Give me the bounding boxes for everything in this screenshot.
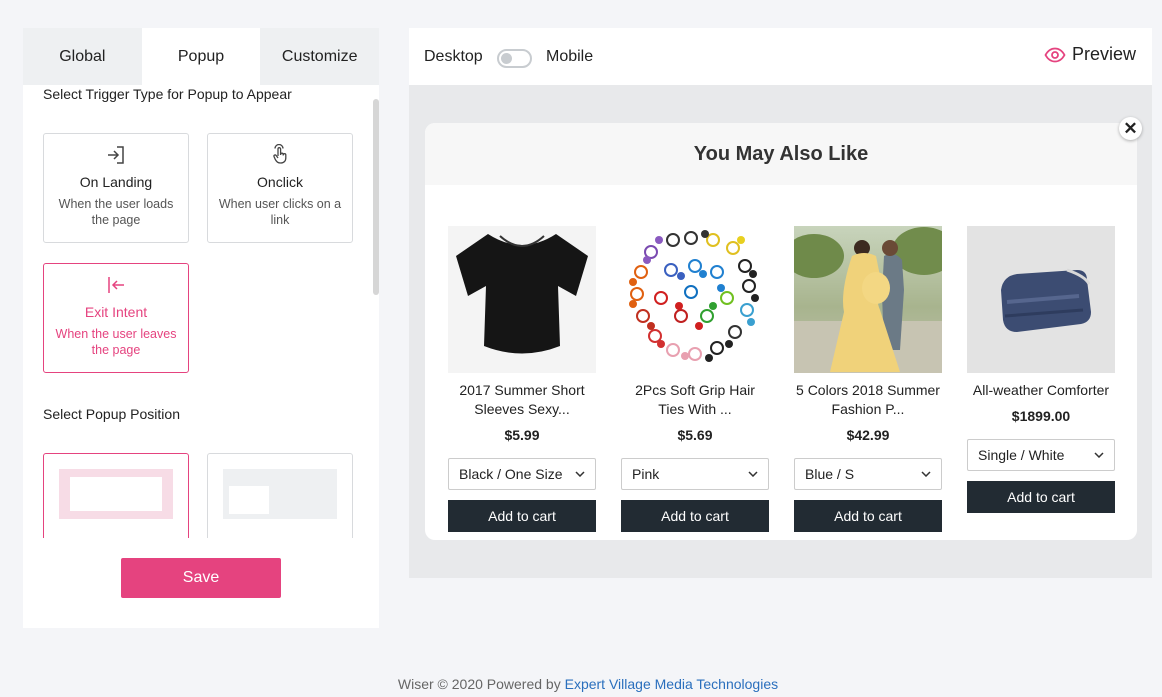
- save-button[interactable]: Save: [121, 558, 281, 598]
- variant-value: Pink: [632, 466, 660, 482]
- product-card: 2Pcs Soft Grip Hair Ties With ... $5.69 …: [621, 226, 769, 532]
- position-center-preview: [59, 469, 173, 519]
- product-card: 2017 Summer Short Sleeves Sexy... $5.99 …: [448, 226, 596, 532]
- toggle-knob: [501, 53, 512, 64]
- variant-value: Single / White: [978, 447, 1065, 463]
- preview-area: You May Also Like 2017 Summer Short Slee…: [409, 85, 1152, 578]
- eye-icon: [1044, 47, 1066, 62]
- popup-title: You May Also Like: [425, 123, 1137, 185]
- settings-scroll-area: Select Trigger Type for Popup to Appear …: [23, 85, 379, 538]
- exit-icon: [108, 277, 124, 293]
- product-name[interactable]: 5 Colors 2018 Summer Fashion P...: [794, 381, 942, 419]
- product-card: All-weather Comforter $1899.00 Single / …: [967, 226, 1115, 513]
- position-left-card[interactable]: [207, 453, 353, 538]
- position-left-preview: [223, 469, 337, 519]
- add-to-cart-button[interactable]: Add to cart: [794, 500, 942, 532]
- chevron-down-icon: [748, 471, 758, 477]
- product-image-maternity-photo[interactable]: [794, 226, 942, 373]
- position-center-card[interactable]: [43, 453, 189, 538]
- variant-select[interactable]: Black / One Size: [448, 458, 596, 490]
- variant-value: Blue / S: [805, 466, 855, 482]
- add-to-cart-button[interactable]: Add to cart: [621, 500, 769, 532]
- product-price: $1899.00: [1011, 408, 1071, 424]
- chevron-down-icon: [921, 471, 931, 477]
- card-description: When the user loads the page: [58, 197, 174, 227]
- settings-scrollbar[interactable]: [373, 99, 379, 295]
- popup-close-button[interactable]: ✕: [1119, 117, 1142, 140]
- tab-customize[interactable]: Customize: [260, 28, 380, 85]
- trigger-on-landing-card[interactable]: On Landing When the user loads the page: [43, 133, 189, 243]
- trigger-heading: Select Trigger Type for Popup to Appear: [43, 86, 292, 102]
- preview-button[interactable]: Preview: [1044, 44, 1136, 65]
- add-to-cart-button[interactable]: Add to cart: [448, 500, 596, 532]
- variant-value: Black / One Size: [459, 466, 563, 482]
- close-icon: ✕: [1123, 118, 1138, 138]
- tap-icon: [273, 144, 287, 164]
- card-description: When user clicks on a link: [218, 197, 342, 227]
- position-heading: Select Popup Position: [43, 406, 180, 422]
- card-title: Onclick: [257, 174, 303, 190]
- device-toggle[interactable]: [497, 49, 532, 68]
- product-price: $5.99: [504, 427, 540, 443]
- card-title: On Landing: [79, 174, 153, 190]
- product-image-comforter[interactable]: [967, 226, 1115, 373]
- enter-icon: [108, 146, 124, 164]
- footer-link[interactable]: Expert Village Media Technologies: [565, 676, 779, 692]
- variant-select[interactable]: Blue / S: [794, 458, 942, 490]
- product-image-hair-ties[interactable]: [621, 226, 769, 373]
- tab-popup[interactable]: Popup: [141, 28, 261, 85]
- preview-label: Preview: [1071, 44, 1136, 64]
- trigger-onclick-card[interactable]: Onclick When user clicks on a link: [207, 133, 353, 243]
- variant-select[interactable]: Pink: [621, 458, 769, 490]
- recommendation-popup: You May Also Like 2017 Summer Short Slee…: [425, 123, 1137, 540]
- desktop-label: Desktop: [424, 48, 483, 65]
- product-name[interactable]: 2Pcs Soft Grip Hair Ties With ...: [621, 381, 769, 419]
- mobile-label: Mobile: [546, 48, 594, 65]
- tab-global[interactable]: Global: [23, 28, 142, 85]
- tab-bar: Global Popup Customize: [23, 28, 380, 85]
- footer: Wiser © 2020 Powered by Expert Village M…: [0, 676, 1162, 692]
- product-price: $5.69: [677, 427, 713, 443]
- product-card: 5 Colors 2018 Summer Fashion P... $42.99…: [794, 226, 942, 532]
- card-title: Exit Intent: [84, 304, 148, 320]
- card-description: When the user leaves the page: [55, 327, 177, 357]
- product-name[interactable]: 2017 Summer Short Sleeves Sexy...: [448, 381, 596, 419]
- product-name[interactable]: All-weather Comforter: [967, 381, 1115, 400]
- add-to-cart-button[interactable]: Add to cart: [967, 481, 1115, 513]
- chevron-down-icon: [1094, 452, 1104, 458]
- settings-panel: Global Popup Customize Select Trigger Ty…: [23, 28, 380, 628]
- trigger-exit-intent-card[interactable]: Exit Intent When the user leaves the pag…: [43, 263, 189, 373]
- variant-select[interactable]: Single / White: [967, 439, 1115, 471]
- product-image-crop-top[interactable]: [448, 226, 596, 373]
- preview-header: Desktop Mobile Preview: [409, 28, 1152, 85]
- product-price: $42.99: [846, 427, 890, 443]
- footer-text: Wiser © 2020 Powered by: [397, 676, 565, 692]
- chevron-down-icon: [575, 471, 585, 477]
